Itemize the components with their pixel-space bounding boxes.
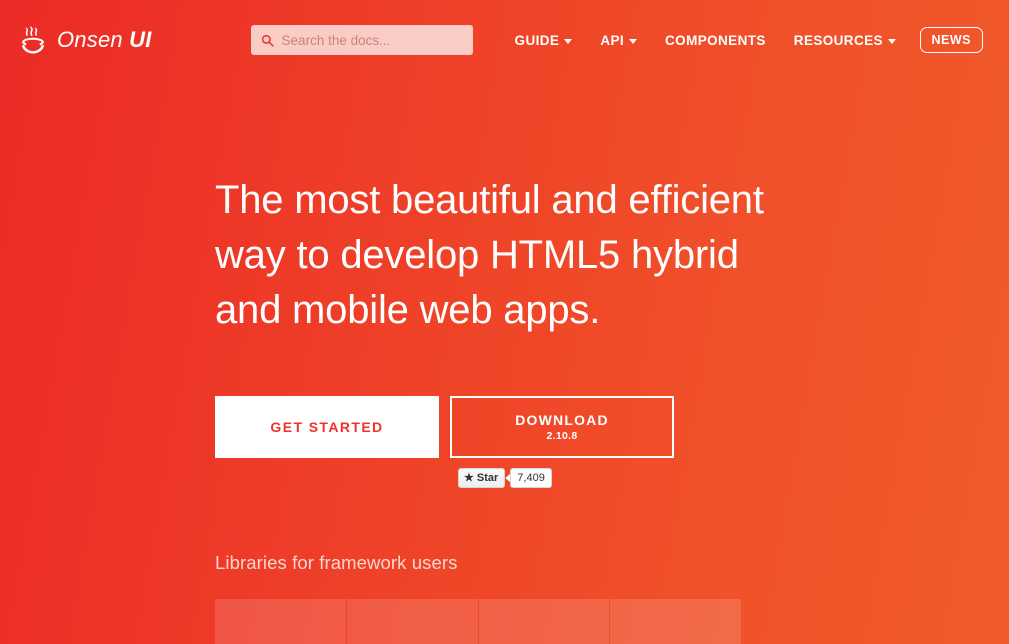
brand-logo-link[interactable]: Onsen UI xyxy=(18,25,152,55)
download-button[interactable]: DOWNLOAD 2.10.8 xyxy=(450,396,674,459)
nav-item-components[interactable]: COMPONENTS xyxy=(651,25,780,56)
libraries-section: Libraries for framework users xyxy=(0,552,1009,644)
nav-item-label: GUIDE xyxy=(514,32,560,48)
main-navigation: GUIDE API COMPONENTS RESOURCES NEWS xyxy=(501,25,991,56)
github-star-count-wrapper: 7,409 xyxy=(505,468,552,489)
search-box[interactable] xyxy=(250,25,473,55)
github-star-count[interactable]: 7,409 xyxy=(510,468,552,489)
hero-section: The most beautiful and efficient way to … xyxy=(0,173,1009,489)
headline-line-3: and mobile web apps. xyxy=(215,287,601,332)
nav-item-resources[interactable]: RESOURCES xyxy=(780,25,910,56)
nav-item-label: RESOURCES xyxy=(793,32,883,48)
nav-item-api[interactable]: API xyxy=(586,25,651,56)
nav-item-label: API xyxy=(600,32,625,48)
library-card[interactable] xyxy=(478,599,610,644)
library-card-list xyxy=(215,599,741,644)
brand-name-bold: UI xyxy=(129,27,152,52)
news-button[interactable]: NEWS xyxy=(919,26,983,54)
chevron-down-icon xyxy=(629,38,638,44)
get-started-button[interactable]: GET STARTED xyxy=(215,396,439,459)
github-star-button[interactable]: ★ Star xyxy=(458,468,506,489)
headline-line-1: The most beautiful and efficient xyxy=(215,178,764,222)
site-header: Onsen UI GUIDE API COMPONENTS RESOURCES … xyxy=(0,0,1009,80)
chevron-down-icon xyxy=(887,38,896,44)
headline-line-2: way to develop HTML5 hybrid xyxy=(215,232,739,277)
download-version-label: 2.10.8 xyxy=(546,430,578,443)
cta-button-row: GET STARTED DOWNLOAD 2.10.8 xyxy=(215,396,1009,459)
github-star-label: Star xyxy=(476,471,499,484)
brand-name-regular: Onsen xyxy=(57,27,123,52)
download-button-label: DOWNLOAD xyxy=(515,412,609,429)
library-card[interactable] xyxy=(215,599,346,644)
search-input[interactable] xyxy=(281,32,463,48)
library-card[interactable] xyxy=(610,599,741,644)
brand-name: Onsen UI xyxy=(57,29,152,51)
onsen-hotspring-icon xyxy=(21,26,45,54)
chevron-down-icon xyxy=(564,38,573,44)
page-title: The most beautiful and efficient way to … xyxy=(215,173,815,337)
search-icon xyxy=(261,34,274,47)
nav-item-guide[interactable]: GUIDE xyxy=(501,25,587,56)
github-star-widget: ★ Star 7,409 xyxy=(458,468,1009,489)
library-card[interactable] xyxy=(346,599,478,644)
star-icon: ★ xyxy=(464,471,474,484)
nav-item-label: COMPONENTS xyxy=(665,32,766,48)
libraries-title: Libraries for framework users xyxy=(215,552,458,574)
